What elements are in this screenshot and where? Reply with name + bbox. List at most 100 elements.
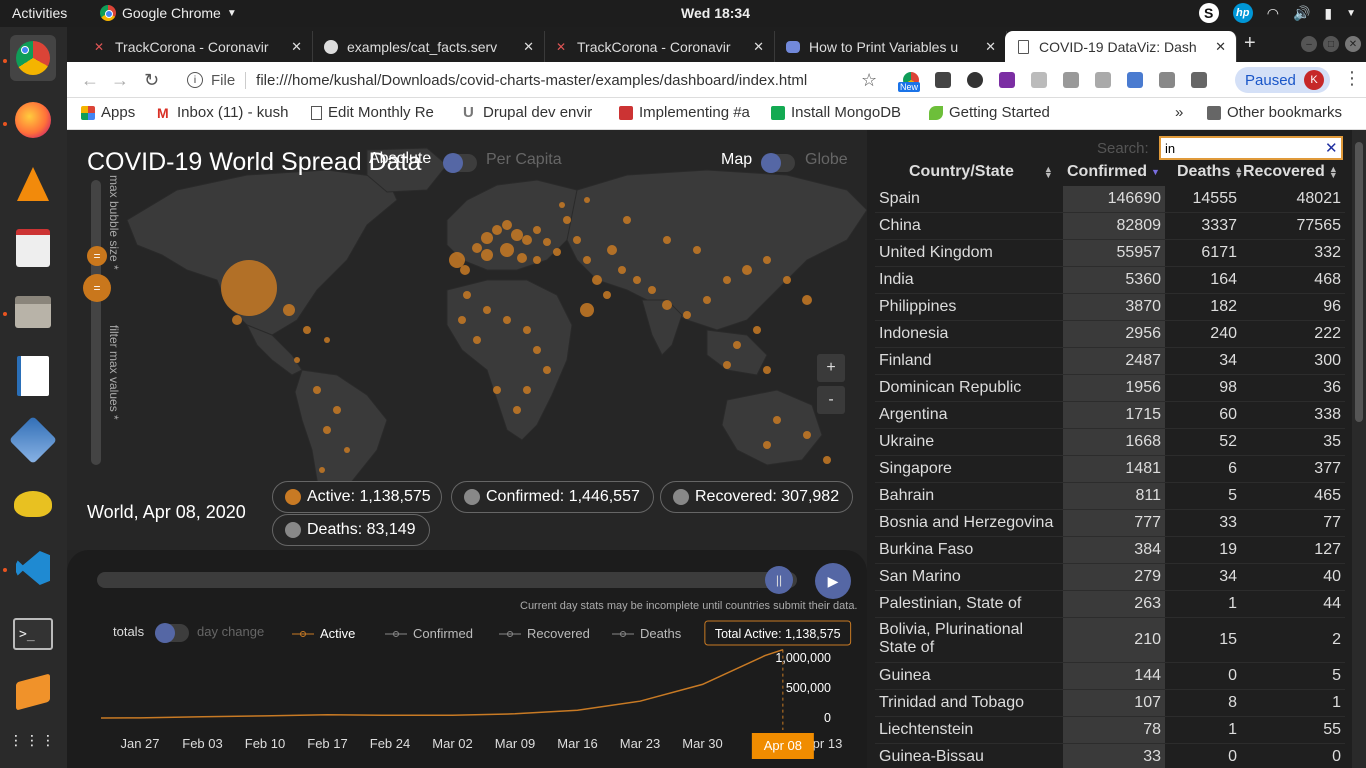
case-bubble[interactable]	[742, 265, 752, 275]
tab-github[interactable]: examples/cat_facts.serv ✕	[313, 31, 545, 62]
case-bubble[interactable]	[573, 236, 581, 244]
map-label[interactable]: Map	[721, 151, 752, 169]
firefox-icon[interactable]	[10, 97, 56, 143]
chevron-down-icon[interactable]: ▼	[1346, 8, 1356, 19]
case-bubble[interactable]	[463, 291, 471, 299]
header-deaths[interactable]: Deaths ▲ ▼	[1177, 163, 1243, 181]
case-bubble[interactable]	[773, 416, 781, 424]
header-country[interactable]: Country/State ▲ ▼	[909, 163, 1059, 181]
app-grid-icon[interactable]: ⋮⋮⋮	[9, 717, 56, 763]
bookmark-apps[interactable]: Apps	[81, 104, 135, 121]
case-bubble[interactable]	[221, 260, 277, 316]
case-bubble[interactable]	[533, 346, 541, 354]
table-row[interactable]: United Kingdom 55957 6171 332	[875, 240, 1345, 267]
case-bubble[interactable]	[723, 276, 731, 284]
case-bubble[interactable]	[723, 361, 731, 369]
close-icon[interactable]: ✕	[1215, 39, 1226, 55]
table-row[interactable]: Bosnia and Herzegovina 777 33 77	[875, 510, 1345, 537]
bookmark-implementing[interactable]: Implementing #a	[619, 104, 757, 121]
case-bubble[interactable]	[493, 386, 501, 394]
case-bubble[interactable]	[802, 295, 812, 305]
close-icon[interactable]: ✕	[1325, 139, 1338, 157]
case-bubble[interactable]	[517, 253, 527, 263]
zoom-in-button[interactable]: +	[817, 354, 845, 382]
bookmark-other[interactable]: Other bookmarks	[1207, 104, 1342, 121]
case-bubble[interactable]	[703, 296, 711, 304]
table-row[interactable]: Argentina 1715 60 338	[875, 402, 1345, 429]
play-button[interactable]: ▶	[815, 563, 851, 599]
dark-mode-icon[interactable]	[967, 72, 983, 88]
case-bubble[interactable]	[633, 276, 641, 284]
menu-icon[interactable]: ⋮	[1343, 68, 1361, 89]
case-bubble[interactable]	[500, 243, 514, 257]
timeline-slider[interactable]	[97, 572, 797, 588]
table-row[interactable]: Spain 146690 14555 48021	[875, 186, 1345, 213]
tc-extension-icon[interactable]	[1095, 72, 1111, 88]
case-bubble[interactable]	[458, 316, 466, 324]
case-bubble[interactable]	[584, 197, 590, 203]
timeseries-chart[interactable]: totals day change Active Confirmed Recover…	[67, 610, 867, 768]
extension-icon[interactable]	[1063, 72, 1079, 88]
address-bar[interactable]: i File file:///home/kushal/Downloads/cov…	[177, 66, 887, 94]
scrollbar-thumb[interactable]	[1355, 142, 1363, 422]
eyedropper-icon[interactable]	[935, 72, 951, 88]
day-change-label[interactable]: day change	[197, 624, 264, 639]
activities-button[interactable]: Activities	[12, 5, 67, 21]
case-bubble[interactable]	[511, 229, 523, 241]
vlc-icon[interactable]	[10, 161, 56, 207]
minimize-button[interactable]: –	[1301, 36, 1317, 52]
case-bubble[interactable]	[603, 291, 611, 299]
forward-button[interactable]: →	[111, 70, 129, 91]
back-button[interactable]: ←	[81, 70, 99, 91]
table-row[interactable]: Philippines 3870 182 96	[875, 294, 1345, 321]
case-bubble[interactable]	[523, 386, 531, 394]
maximize-button[interactable]: □	[1323, 36, 1339, 52]
bookmark-drupal[interactable]: U Drupal dev envir	[463, 104, 601, 121]
case-bubble[interactable]	[823, 456, 831, 464]
deaths-stat-pill[interactable]: Deaths: 83,149	[272, 514, 430, 546]
close-window-button[interactable]: ✕	[1345, 36, 1361, 52]
search-input[interactable]	[1159, 136, 1343, 160]
case-bubble[interactable]	[323, 426, 331, 434]
case-bubble[interactable]	[460, 265, 470, 275]
table-row[interactable]: Trinidad and Tobago 107 8 1	[875, 690, 1345, 717]
case-bubble[interactable]	[553, 248, 561, 256]
tab-covid-dataviz[interactable]: COVID-19 DataViz: Dash ✕	[1005, 31, 1237, 62]
absolute-label[interactable]: Absolute	[369, 150, 431, 168]
bookmark-mongodb[interactable]: Install MongoDB	[771, 104, 909, 121]
genie-lamp-icon[interactable]	[10, 481, 56, 527]
font-icon[interactable]	[1031, 72, 1047, 88]
info-icon[interactable]: i	[187, 72, 203, 88]
confirmed-stat-pill[interactable]: Confirmed: 1,446,557	[451, 481, 654, 513]
legend-confirmed[interactable]: Confirmed	[385, 626, 473, 641]
case-bubble[interactable]	[533, 226, 541, 234]
legend-deaths[interactable]: Deaths	[612, 626, 682, 641]
table-row[interactable]: Liechtenstein 78 1 55	[875, 717, 1345, 744]
file-manager-icon[interactable]	[10, 289, 56, 335]
case-bubble[interactable]	[333, 406, 341, 414]
case-bubble[interactable]	[313, 386, 321, 394]
hp-icon[interactable]: hp	[1232, 3, 1253, 23]
table-row[interactable]: Indonesia 2956 240 222	[875, 321, 1345, 348]
case-bubble[interactable]	[733, 341, 741, 349]
case-bubble[interactable]	[607, 245, 617, 255]
volume-icon[interactable]: 🔊	[1293, 5, 1310, 22]
skype-icon[interactable]: S	[1198, 3, 1219, 23]
active-stat-pill[interactable]: Active: 1,138,575	[272, 481, 442, 513]
case-bubble[interactable]	[580, 303, 594, 317]
battery-icon[interactable]: ▮	[1324, 5, 1332, 22]
case-bubble[interactable]	[592, 275, 602, 285]
case-bubble[interactable]	[481, 249, 493, 261]
table-row[interactable]: China 82809 3337 77565	[875, 213, 1345, 240]
pdf-reader-icon[interactable]	[10, 225, 56, 271]
table-row[interactable]: Singapore 1481 6 377	[875, 456, 1345, 483]
table-row[interactable]: Dominican Republic 1956 98 36	[875, 375, 1345, 402]
bookmark-inbox[interactable]: M Inbox (11) - kush	[157, 104, 297, 121]
new-tab-button[interactable]: +	[1244, 32, 1256, 55]
case-bubble[interactable]	[763, 441, 771, 449]
case-bubble[interactable]	[583, 256, 591, 264]
eraser-icon[interactable]	[1159, 72, 1175, 88]
case-bubble[interactable]	[232, 315, 242, 325]
more-bookmarks-icon[interactable]: »	[1175, 104, 1183, 121]
legend-recovered[interactable]: Recovered	[499, 626, 590, 641]
